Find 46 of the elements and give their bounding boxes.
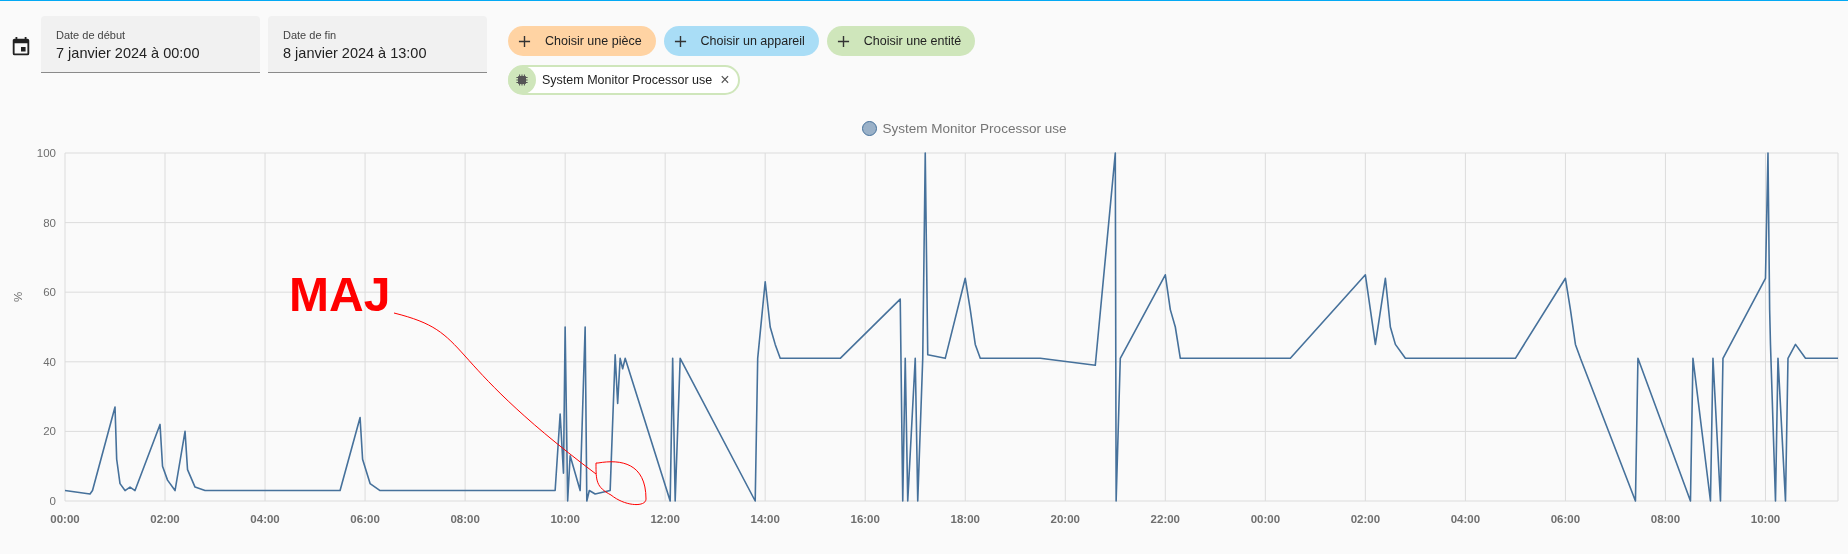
field-value: 7 janvier 2024 à 00:00 bbox=[56, 45, 201, 61]
y-tick-label: 40 bbox=[43, 355, 56, 368]
circle-mark bbox=[595, 461, 647, 506]
y-tick-label: 80 bbox=[43, 216, 56, 229]
entity-chip[interactable]: System Monitor Processor use × bbox=[508, 65, 740, 95]
plus-icon bbox=[836, 34, 850, 48]
x-tick-label: 10:00 bbox=[1750, 513, 1781, 525]
x-tick-label: 02:00 bbox=[1350, 513, 1381, 525]
plus-icon bbox=[518, 34, 531, 48]
y-tick-label: 60 bbox=[43, 286, 56, 299]
picker-chip[interactable]: Choisir une pièce bbox=[508, 26, 656, 56]
y-tick-label: 0 bbox=[49, 495, 56, 507]
x-tick-label: 02:00 bbox=[150, 513, 180, 525]
chip-icon bbox=[508, 66, 536, 94]
x-tick-label: 08:00 bbox=[450, 513, 480, 525]
annotation-text: MAJ bbox=[289, 268, 391, 321]
legend-label[interactable]: System Monitor Processor use bbox=[882, 120, 1067, 136]
x-tick-label: 00:00 bbox=[50, 513, 80, 525]
x-tick-label: 10:00 bbox=[550, 513, 580, 525]
x-tick-label: 06:00 bbox=[1550, 513, 1581, 525]
picker-chip[interactable]: Choisir une entité bbox=[826, 26, 976, 56]
x-tick-label: 04:00 bbox=[250, 513, 280, 525]
start-date-field[interactable]: Date de début 7 janvier 2024 à 00:00 bbox=[41, 16, 260, 73]
y-tick-label: 20 bbox=[43, 425, 56, 438]
field-label: Date de début bbox=[56, 29, 127, 41]
remove-button[interactable]: × bbox=[720, 71, 730, 89]
x-tick-label: 20:00 bbox=[1050, 513, 1080, 525]
x-tick-label: 08:00 bbox=[1650, 513, 1681, 525]
legend-marker[interactable] bbox=[861, 120, 877, 136]
end-date-field[interactable]: Date de fin 8 janvier 2024 à 13:00 bbox=[268, 16, 487, 73]
x-tick-label: 14:00 bbox=[750, 513, 780, 525]
y-tick-label: 100 bbox=[36, 147, 56, 159]
field-label: Date de fin bbox=[283, 29, 338, 41]
entity-label: System Monitor Processor use bbox=[542, 73, 713, 87]
x-tick-label: 18:00 bbox=[950, 513, 980, 525]
picker-chip[interactable]: Choisir un appareil bbox=[663, 26, 819, 56]
field-value: 8 janvier 2024 à 13:00 bbox=[283, 45, 428, 61]
calendar-icon bbox=[10, 36, 32, 58]
x-tick-label: 16:00 bbox=[850, 513, 880, 525]
x-tick-label: 12:00 bbox=[650, 513, 680, 525]
x-tick-label: 22:00 bbox=[1150, 513, 1180, 525]
x-tick-label: 06:00 bbox=[350, 513, 380, 525]
y-axis-title: % bbox=[12, 291, 24, 303]
x-tick-label: 00:00 bbox=[1250, 513, 1281, 525]
x-tick-label: 04:00 bbox=[1450, 513, 1481, 525]
plus-icon bbox=[673, 34, 687, 48]
